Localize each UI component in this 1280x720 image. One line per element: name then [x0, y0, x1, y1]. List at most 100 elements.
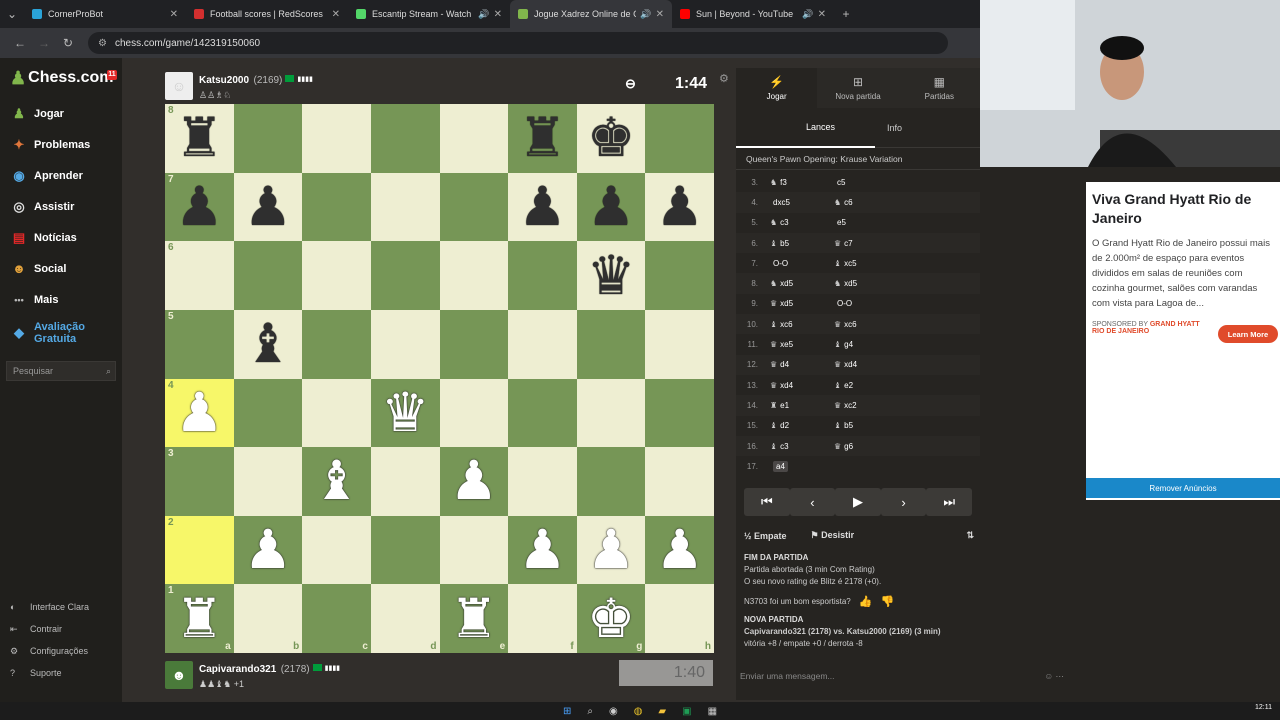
- square-d3[interactable]: [370, 447, 440, 516]
- chat-input[interactable]: Enviar uma mensagem... ☺ ⋯: [736, 664, 1072, 688]
- last-move-button[interactable]: ⏭: [926, 488, 972, 516]
- excel-icon[interactable]: ▣: [682, 706, 691, 717]
- forward-icon[interactable]: →: [32, 36, 56, 50]
- advertisement[interactable]: Viva Grand Hyatt Rio de Janeiro O Grand …: [1086, 182, 1280, 500]
- windows-start-icon[interactable]: ⊞: [563, 706, 571, 717]
- square-e3[interactable]: ♟: [439, 447, 509, 516]
- ad-title[interactable]: Viva Grand Hyatt Rio de Janeiro: [1086, 182, 1280, 228]
- square-e4[interactable]: [439, 378, 509, 448]
- square-h4[interactable]: [645, 378, 714, 448]
- square-d4[interactable]: ♛: [370, 378, 440, 448]
- square-f6[interactable]: [508, 241, 577, 310]
- black-move[interactable]: ♝ xc5: [834, 259, 898, 268]
- resign-button[interactable]: ⚑ Desistir: [811, 530, 867, 541]
- black-move[interactable]: ♛ xc2: [834, 401, 898, 410]
- thumbs-down-icon[interactable]: 👎: [880, 596, 894, 608]
- draw-button[interactable]: ½ Empate: [744, 531, 799, 541]
- square-h7[interactable]: ♟: [645, 172, 714, 242]
- square-a3[interactable]: 3: [165, 447, 234, 516]
- square-h2[interactable]: ♟: [645, 515, 714, 585]
- black-king-icon[interactable]: ♚: [587, 111, 635, 165]
- white-pawn-icon[interactable]: ♟: [175, 386, 223, 440]
- black-move[interactable]: ♞ xd5: [834, 279, 898, 288]
- browser-tab[interactable]: CornerProBot ✕: [24, 0, 186, 28]
- black-queen-icon[interactable]: ♛: [587, 249, 635, 303]
- black-move[interactable]: [834, 462, 898, 471]
- panel-tab-nova-partida[interactable]: ⊞ Nova partida: [817, 68, 898, 108]
- close-tab-icon[interactable]: ✕: [818, 9, 826, 20]
- square-d6[interactable]: [370, 241, 440, 310]
- black-move[interactable]: O-O: [834, 299, 898, 308]
- black-pawn-icon[interactable]: ♟: [587, 180, 635, 234]
- square-h3[interactable]: [645, 447, 714, 516]
- square-c2[interactable]: [302, 515, 371, 585]
- sidebar-item-premium[interactable]: ◆ Avaliação Gratuita: [0, 315, 122, 351]
- search-input[interactable]: Pesquisar ⌕: [6, 361, 116, 381]
- learn-more-button[interactable]: Learn More: [1218, 325, 1278, 343]
- sidebar-bottom-item[interactable]: ? Suporte: [0, 662, 122, 684]
- white-rook-icon[interactable]: ♜: [450, 592, 498, 646]
- emoji-icon[interactable]: ☺: [1044, 671, 1053, 681]
- white-move[interactable]: ♜ e1: [770, 401, 834, 410]
- new-tab-button[interactable]: +: [834, 7, 858, 21]
- tab-search-icon[interactable]: ⌄: [0, 7, 24, 21]
- white-move[interactable]: dxc5: [770, 198, 834, 207]
- bottom-player-avatar[interactable]: ☻: [165, 660, 193, 689]
- bottom-player-name[interactable]: Capivarando321: [199, 664, 276, 675]
- taskbar-app-icon[interactable]: ◉: [609, 706, 618, 717]
- square-f8[interactable]: ♜: [508, 104, 577, 173]
- white-pawn-icon[interactable]: ♟: [450, 454, 498, 508]
- square-d1[interactable]: d: [370, 584, 440, 653]
- square-h1[interactable]: h: [645, 584, 714, 653]
- white-pawn-icon[interactable]: ♟: [244, 523, 292, 577]
- square-b4[interactable]: [233, 378, 303, 448]
- square-f2[interactable]: ♟: [508, 515, 577, 585]
- square-c3[interactable]: ♝: [302, 447, 371, 516]
- square-a2[interactable]: 2: [165, 515, 234, 585]
- white-move[interactable]: ♛ d4: [770, 360, 834, 369]
- square-d7[interactable]: [370, 172, 440, 242]
- black-rook-icon[interactable]: ♜: [518, 111, 566, 165]
- close-tab-icon[interactable]: ✕: [170, 9, 178, 20]
- black-pawn-icon[interactable]: ♟: [244, 180, 292, 234]
- black-pawn-icon[interactable]: ♟: [655, 180, 703, 234]
- square-f7[interactable]: ♟: [508, 172, 577, 242]
- white-pawn-icon[interactable]: ♟: [655, 523, 703, 577]
- square-g5[interactable]: [576, 309, 646, 379]
- square-a1[interactable]: 1 a ♜: [165, 584, 234, 653]
- black-pawn-icon[interactable]: ♟: [518, 180, 566, 234]
- tab-moves[interactable]: Lances: [736, 108, 876, 148]
- speaker-icon[interactable]: 🔊: [802, 9, 813, 20]
- square-f4[interactable]: [508, 378, 577, 448]
- square-d5[interactable]: [370, 309, 440, 379]
- previous-move-button[interactable]: ‹: [789, 488, 836, 516]
- black-move[interactable]: ♝ g4: [834, 340, 898, 349]
- flip-board-icon[interactable]: ⇅: [966, 530, 974, 541]
- square-a5[interactable]: 5: [165, 309, 234, 379]
- black-pawn-icon[interactable]: ♟: [175, 180, 223, 234]
- white-pawn-icon[interactable]: ♟: [518, 523, 566, 577]
- white-move[interactable]: ♞ c3: [770, 218, 834, 227]
- black-move[interactable]: e5: [834, 218, 898, 227]
- top-player-avatar[interactable]: ☺: [165, 71, 193, 100]
- white-move[interactable]: a4: [770, 460, 834, 472]
- square-b8[interactable]: [233, 104, 303, 173]
- square-c4[interactable]: [302, 378, 371, 448]
- square-e1[interactable]: e ♜: [439, 584, 509, 653]
- square-g8[interactable]: ♚: [576, 104, 646, 173]
- close-tab-icon[interactable]: ✕: [656, 9, 664, 20]
- white-move[interactable]: ♝ c3: [770, 442, 834, 451]
- black-move[interactable]: ♛ g6: [834, 442, 898, 451]
- black-move[interactable]: ♝ b5: [834, 421, 898, 430]
- chess-logo[interactable]: ♟ Chess.com 11: [0, 58, 122, 98]
- white-move[interactable]: O-O: [770, 259, 834, 268]
- square-c7[interactable]: [302, 172, 371, 242]
- more-options-icon[interactable]: ⋯: [1056, 671, 1065, 681]
- square-g1[interactable]: g ♚: [576, 584, 646, 653]
- square-h5[interactable]: [645, 309, 714, 379]
- calculator-icon[interactable]: ▦: [708, 706, 717, 717]
- white-move[interactable]: ♞ xd5: [770, 279, 834, 288]
- square-b3[interactable]: [233, 447, 303, 516]
- back-icon[interactable]: ←: [8, 36, 32, 50]
- square-a6[interactable]: 6: [165, 241, 234, 310]
